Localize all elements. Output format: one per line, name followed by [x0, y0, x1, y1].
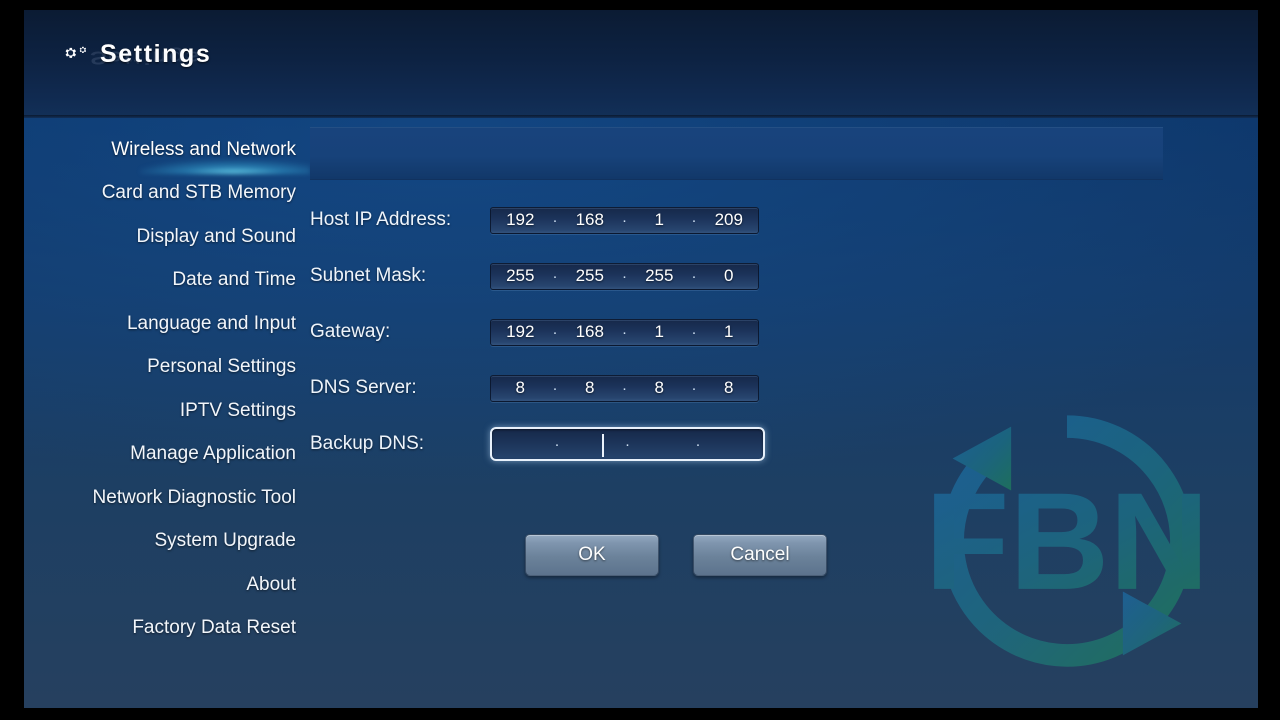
- sidebar-item-manage-application[interactable]: Manage Application: [24, 433, 310, 477]
- content-banner: [310, 127, 1163, 180]
- field-label: Gateway:: [310, 321, 391, 342]
- octet-separator: ·: [552, 267, 558, 285]
- sidebar-item-language-and-input[interactable]: Language and Input: [24, 302, 310, 346]
- octet-value[interactable]: 0: [700, 266, 759, 286]
- octet-value[interactable]: 255: [630, 266, 689, 286]
- sidebar-item-network-diagnostic-tool[interactable]: Network Diagnostic Tool: [24, 476, 310, 520]
- network-config-form: Host IP Address: 192 · 168 · 1 · 209 Subnet Mask…: [310, 206, 765, 486]
- octet-value[interactable]: 192: [491, 322, 550, 342]
- form-row: Host IP Address: 192 · 168 · 1 · 209: [310, 206, 765, 234]
- octet-value[interactable]: 8: [630, 378, 689, 398]
- octet-value[interactable]: 8: [561, 378, 620, 398]
- octet-separator: ·: [622, 323, 627, 341]
- ip-input-host-ip-address[interactable]: 192 · 168 · 1 · 209: [490, 206, 759, 234]
- form-actions: OK Cancel: [525, 534, 827, 576]
- fbn-watermark-logo: FBN: [934, 415, 1200, 667]
- octet-value[interactable]: 192: [491, 210, 550, 230]
- settings-sidebar: Wireless and Network Card and STB Memory D…: [24, 118, 310, 708]
- page-title: Settings: [100, 40, 212, 68]
- octet-separator: ·: [552, 211, 558, 229]
- watermark-text: FBN: [934, 465, 1200, 619]
- settings-body: Wireless and Network Card and STB Memory D…: [24, 118, 1258, 708]
- title-group: Settings: [54, 40, 211, 69]
- octet-value[interactable]: 1: [630, 322, 689, 342]
- tv-settings-screen: Settings Settings Wireless and Network Ca…: [24, 10, 1258, 708]
- octet-separator: ·: [691, 267, 697, 285]
- octet-value[interactable]: 168: [561, 210, 620, 230]
- octet-separator: ·: [622, 379, 627, 397]
- form-row: DNS Server: 8 · 8 · 8 · 8: [310, 374, 765, 402]
- octet-separator: ·: [691, 211, 697, 229]
- text-cursor: [602, 434, 604, 457]
- octet-separator: ·: [695, 435, 701, 453]
- cancel-button[interactable]: Cancel: [693, 534, 827, 576]
- octet-value[interactable]: 8: [700, 378, 759, 398]
- octet-separator: ·: [625, 435, 630, 453]
- ip-input-gateway[interactable]: 192 · 168 · 1 · 1: [490, 318, 759, 346]
- sidebar-item-display-and-sound[interactable]: Display and Sound: [24, 215, 310, 259]
- octet-value[interactable]: 1: [630, 210, 689, 230]
- octet-separator: ·: [552, 323, 558, 341]
- ip-input-subnet-mask[interactable]: 255 · 255 · 255 · 0: [490, 262, 759, 290]
- ip-input-dns-server[interactable]: 8 · 8 · 8 · 8: [490, 374, 759, 402]
- form-row: Subnet Mask: 255 · 255 · 255 · 0: [310, 262, 765, 290]
- gear-icon: [54, 41, 87, 69]
- form-row: Backup DNS: · · ·: [310, 427, 765, 461]
- field-label: Subnet Mask:: [310, 265, 427, 286]
- sidebar-item-wireless-and-network[interactable]: Wireless and Network: [24, 128, 310, 172]
- octet-value[interactable]: 255: [561, 266, 620, 286]
- ok-button[interactable]: OK: [525, 534, 659, 576]
- octet-separator: ·: [552, 379, 558, 397]
- octet-separator: ·: [691, 323, 697, 341]
- settings-content: Host IP Address: 192 · 168 · 1 · 209 Subnet Mask…: [310, 118, 1258, 708]
- octet-value[interactable]: 8: [491, 378, 550, 398]
- octet-value[interactable]: 255: [491, 266, 550, 286]
- app-header: Settings Settings: [24, 10, 1258, 118]
- form-row: Gateway: 192 · 168 · 1 · 1: [310, 318, 765, 346]
- octet-value[interactable]: 1: [700, 322, 759, 342]
- sidebar-item-personal-settings[interactable]: Personal Settings: [24, 346, 310, 390]
- octet-separator: ·: [622, 267, 627, 285]
- field-label: DNS Server:: [310, 377, 417, 398]
- field-label: Backup DNS:: [310, 433, 425, 454]
- sidebar-item-card-and-stb-memory[interactable]: Card and STB Memory: [24, 172, 310, 216]
- sidebar-item-about[interactable]: About: [24, 563, 310, 607]
- octet-separator: ·: [622, 211, 627, 229]
- octet-separator: ·: [554, 435, 560, 453]
- sidebar-item-iptv-settings[interactable]: IPTV Settings: [24, 389, 310, 433]
- octet-separator: ·: [691, 379, 697, 397]
- field-label: Host IP Address:: [310, 209, 452, 230]
- octet-value[interactable]: 168: [561, 322, 620, 342]
- ip-input-backup-dns[interactable]: · · ·: [490, 427, 765, 461]
- octet-value[interactable]: 209: [700, 210, 759, 230]
- sidebar-item-factory-data-reset[interactable]: Factory Data Reset: [24, 607, 310, 651]
- sidebar-item-system-upgrade[interactable]: System Upgrade: [24, 520, 310, 564]
- sidebar-item-date-and-time[interactable]: Date and Time: [24, 259, 310, 303]
